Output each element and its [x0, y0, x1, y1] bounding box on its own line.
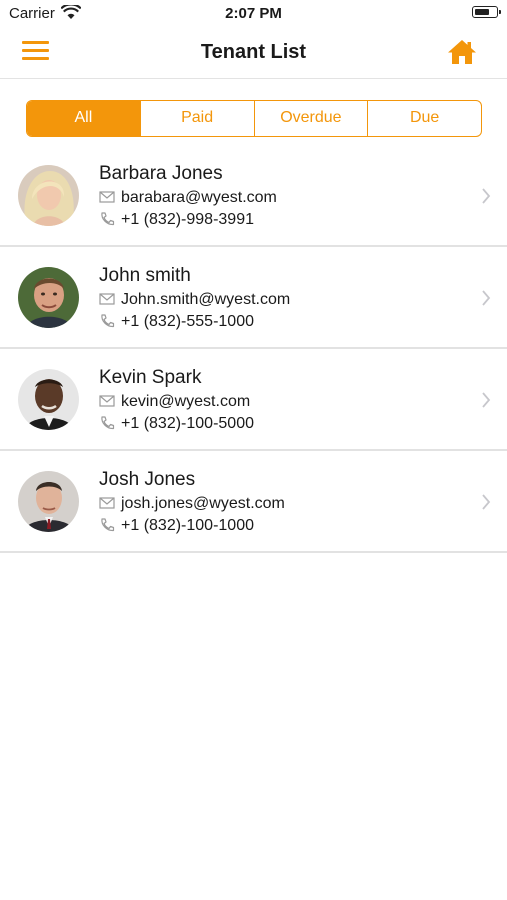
tenant-phone: +1 (832)-100-1000: [121, 517, 254, 534]
tenant-phone: +1 (832)-555-1000: [121, 313, 254, 330]
phone-icon: [101, 416, 115, 430]
phone-icon: [101, 314, 115, 328]
tenant-email-line: John.smith@wyest.com: [99, 291, 290, 309]
avatar: [18, 471, 79, 532]
tab-overdue[interactable]: Overdue: [253, 101, 368, 136]
tenant-email: John.smith@wyest.com: [121, 291, 291, 308]
home-icon[interactable]: [447, 38, 477, 66]
tenant-row[interactable]: John smith John.smith@wyest.com +1 (832)…: [0, 247, 507, 349]
tenant-row[interactable]: Barbara Jones barabara@wyest.com +1 (832…: [0, 145, 507, 247]
tenant-name: Josh Jones: [99, 469, 196, 490]
tenant-row[interactable]: Josh Jones josh.jones@wyest.com +1 (832)…: [0, 451, 507, 553]
battery-level: [474, 8, 489, 15]
nav-bar: Tenant List: [0, 28, 507, 79]
tenant-phone-line: +1 (832)-555-1000: [99, 313, 254, 331]
avatar: [18, 165, 79, 226]
tenant-email-line: barabara@wyest.com: [99, 189, 277, 207]
tenant-phone-line: +1 (832)-100-5000: [99, 415, 254, 433]
tenant-name: John smith: [99, 265, 191, 286]
tenant-phone: +1 (832)-100-5000: [121, 415, 254, 432]
tenant-list: Barbara Jones barabara@wyest.com +1 (832…: [0, 145, 507, 553]
tenant-row[interactable]: Kevin Spark kevin@wyest.com +1 (832)-100…: [0, 349, 507, 451]
tab-due[interactable]: Due: [367, 101, 481, 136]
mail-icon: [99, 191, 115, 203]
avatar: [18, 267, 79, 328]
phone-icon: [101, 212, 115, 226]
tenant-email: josh.jones@wyest.com: [121, 495, 285, 512]
chevron-right-icon: [482, 290, 491, 306]
tenant-name: Kevin Spark: [99, 367, 202, 388]
tab-paid[interactable]: Paid: [139, 101, 254, 136]
battery-icon: [472, 6, 501, 18]
tenant-phone-line: +1 (832)-100-1000: [99, 517, 254, 535]
filter-segmented-control: All Paid Overdue Due: [26, 100, 482, 137]
chevron-right-icon: [482, 392, 491, 408]
chevron-right-icon: [482, 494, 491, 510]
page-title: Tenant List: [200, 41, 307, 63]
tenant-email: barabara@wyest.com: [121, 189, 277, 206]
tenant-email-line: josh.jones@wyest.com: [99, 495, 285, 513]
avatar: [18, 369, 79, 430]
status-bar: Carrier 2:07 PM: [0, 0, 507, 28]
mail-icon: [99, 395, 115, 407]
tenant-email-line: kevin@wyest.com: [99, 393, 250, 411]
tenant-email: kevin@wyest.com: [121, 393, 251, 410]
tenant-phone: +1 (832)-998-3991: [121, 211, 254, 228]
phone-icon: [101, 518, 115, 532]
chevron-right-icon: [482, 188, 491, 204]
tab-all[interactable]: All: [27, 101, 140, 136]
tenant-phone-line: +1 (832)-998-3991: [99, 211, 254, 229]
mail-icon: [99, 293, 115, 305]
tenant-name: Barbara Jones: [99, 163, 223, 184]
mail-icon: [99, 497, 115, 509]
status-time: 2:07 PM: [225, 5, 282, 22]
